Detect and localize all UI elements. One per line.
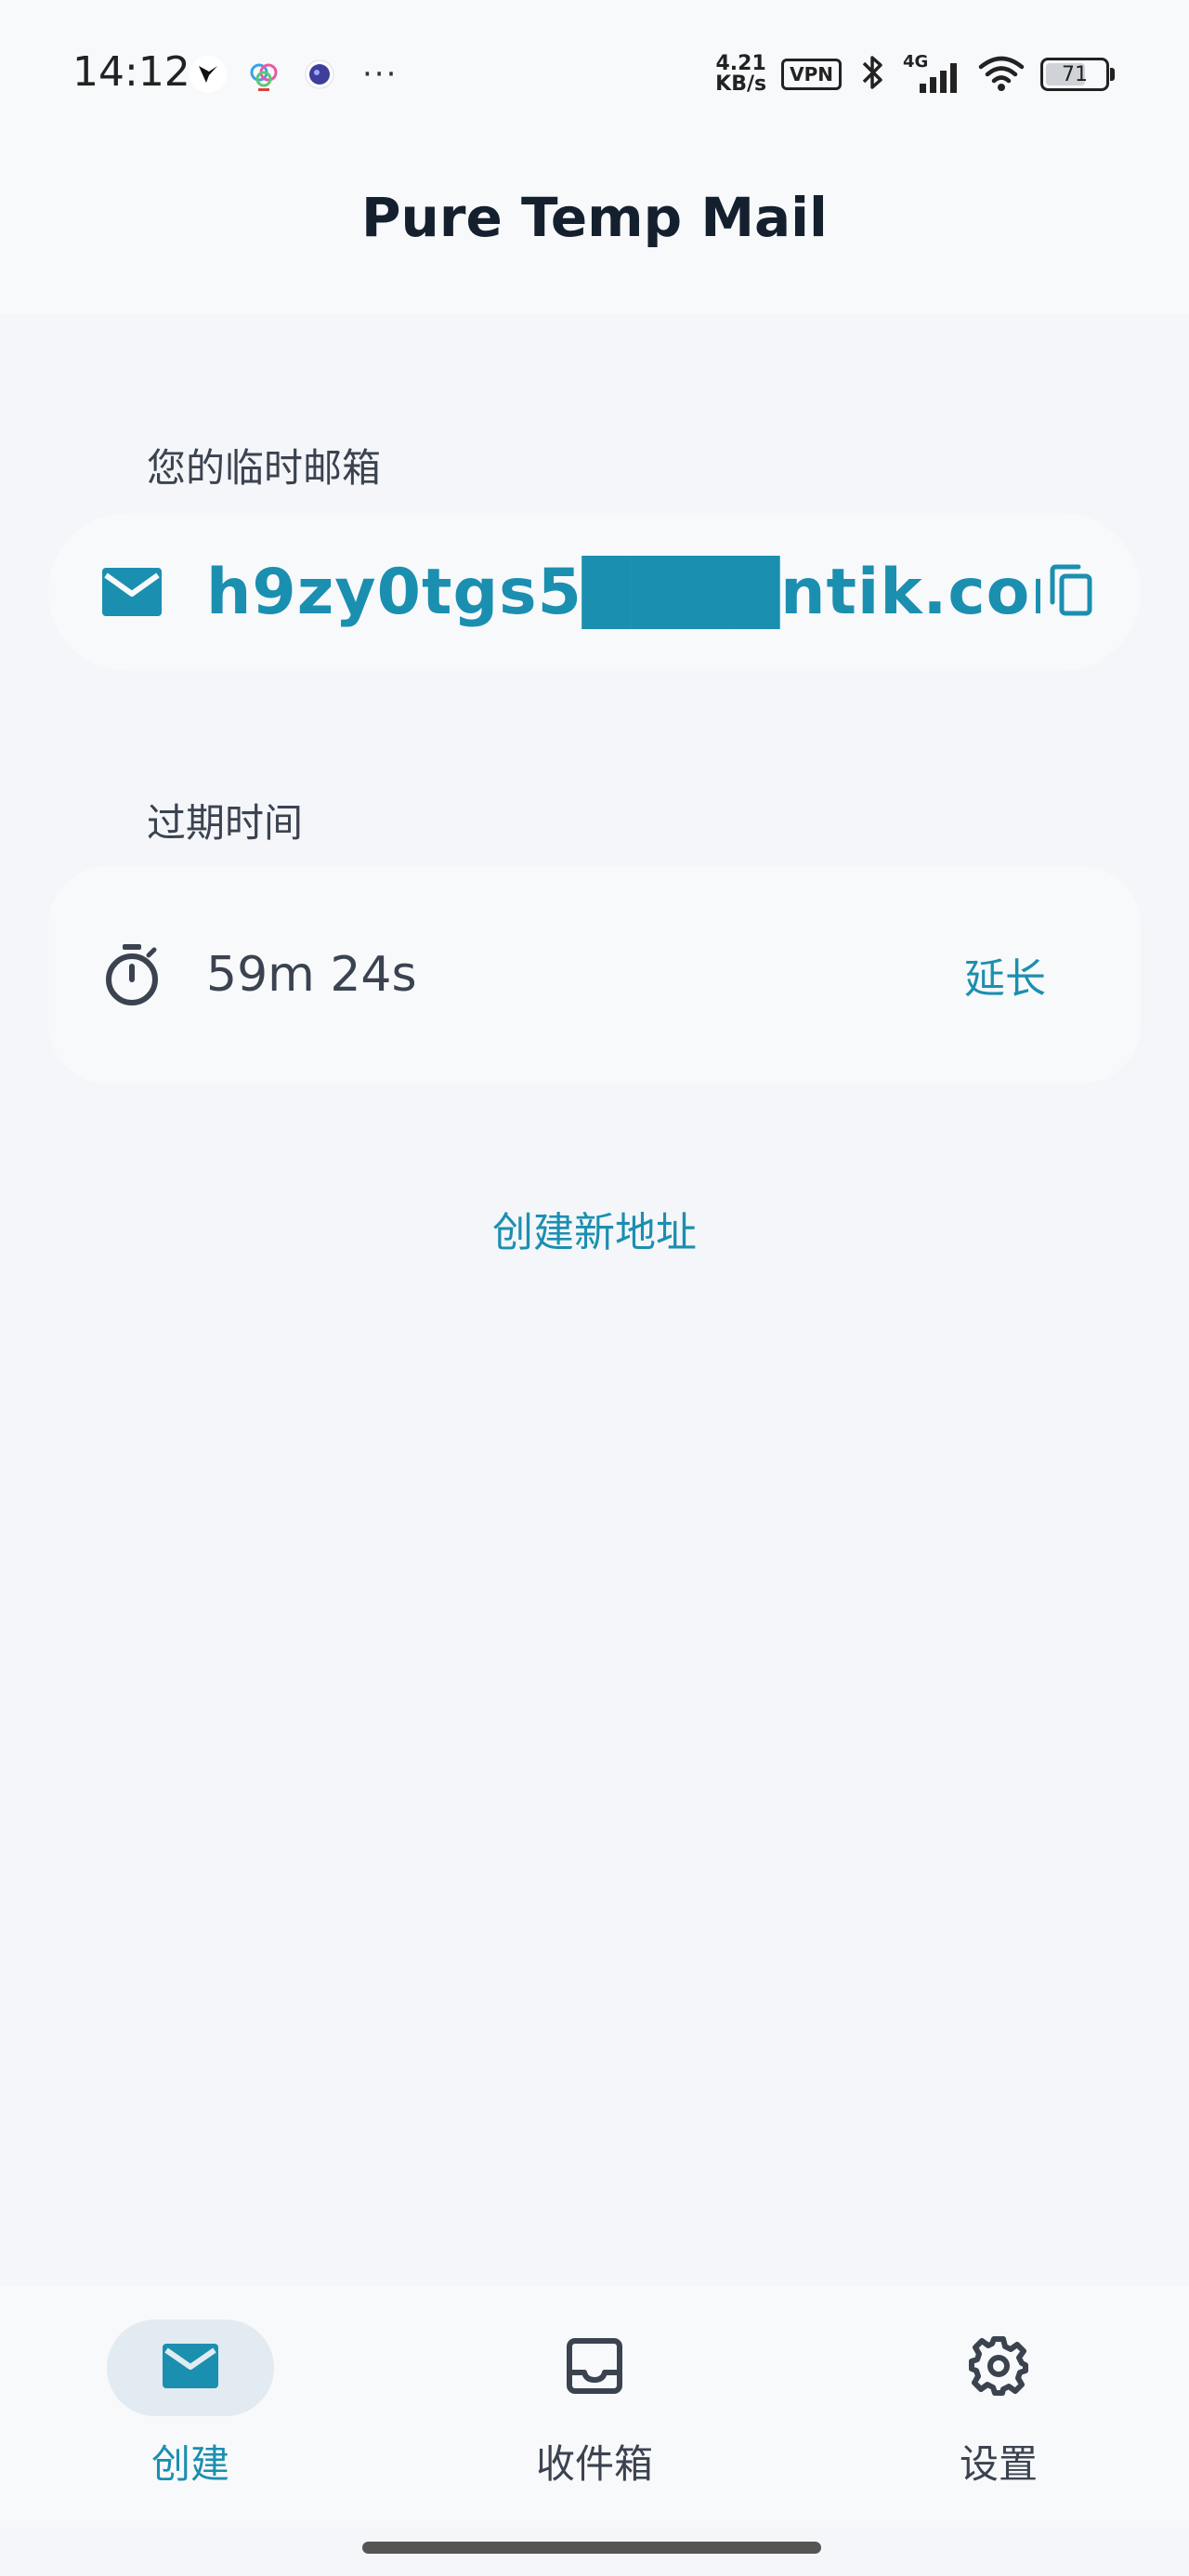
nav-label-inbox: 收件箱	[535, 2441, 653, 2487]
nav-label-settings: 设置	[959, 2441, 1038, 2487]
mail-icon	[98, 559, 165, 625]
email-address[interactable]: h9zy0tgs5████ntik.com	[206, 556, 1040, 629]
nav-icon-container	[915, 2320, 1082, 2416]
inbox-icon	[566, 2337, 623, 2399]
create-new-address-button[interactable]: 创建新地址	[0, 1199, 1189, 1258]
app-notification-icon	[189, 56, 227, 93]
mail-icon	[161, 2342, 220, 2394]
nav-item-settings[interactable]: 设置	[887, 2320, 1110, 2490]
expiry-section-label: 过期时间	[147, 800, 304, 846]
email-card: h9zy0tgs5████ntik.com	[48, 513, 1141, 671]
nav-icon-container	[511, 2320, 678, 2416]
nav-item-inbox[interactable]: 收件箱	[483, 2320, 706, 2490]
status-time: 14:12	[72, 48, 190, 96]
battery-level: 71	[1062, 62, 1088, 86]
app-badge-icon	[301, 56, 338, 93]
app-header: Pure Temp Mail	[0, 149, 1189, 314]
extend-button[interactable]: 延长	[964, 945, 1046, 1005]
notification-icons: ···	[189, 56, 398, 93]
home-indicator[interactable]	[362, 2542, 821, 2554]
page-title: Pure Temp Mail	[361, 186, 828, 249]
bluetooth-icon	[856, 52, 888, 97]
email-section-label: 您的临时邮箱	[147, 445, 382, 491]
copy-email-button[interactable]	[1040, 562, 1100, 622]
battery-indicator: 71	[1040, 58, 1115, 91]
gear-icon	[968, 2335, 1029, 2400]
cellular-signal-icon: 4G	[903, 52, 962, 97]
expiry-card: 59m 24s 延长	[48, 866, 1141, 1084]
network-speed-value: 4.21	[715, 52, 766, 75]
wifi-icon	[977, 52, 1026, 97]
cloud-app-icon	[245, 56, 282, 93]
bottom-navigation: 创建 收件箱 设置	[0, 2286, 1189, 2528]
nav-active-indicator	[107, 2320, 274, 2416]
status-bar: 14:12 ··· 4.21 KB/s VPN 4G 71	[0, 0, 1189, 149]
expiry-countdown: 59m 24s	[206, 947, 417, 1003]
vpn-badge: VPN	[781, 59, 842, 90]
nav-label-create: 创建	[150, 2441, 229, 2487]
stopwatch-icon	[98, 941, 165, 1008]
nav-item-create[interactable]: 创建	[79, 2320, 302, 2490]
copy-icon	[1047, 563, 1093, 621]
network-speed-unit: KB/s	[715, 72, 767, 96]
more-notifications-icon: ···	[362, 56, 399, 93]
network-speed: 4.21 KB/s	[715, 54, 766, 95]
system-status: 4.21 KB/s VPN 4G 71	[715, 48, 1115, 100]
